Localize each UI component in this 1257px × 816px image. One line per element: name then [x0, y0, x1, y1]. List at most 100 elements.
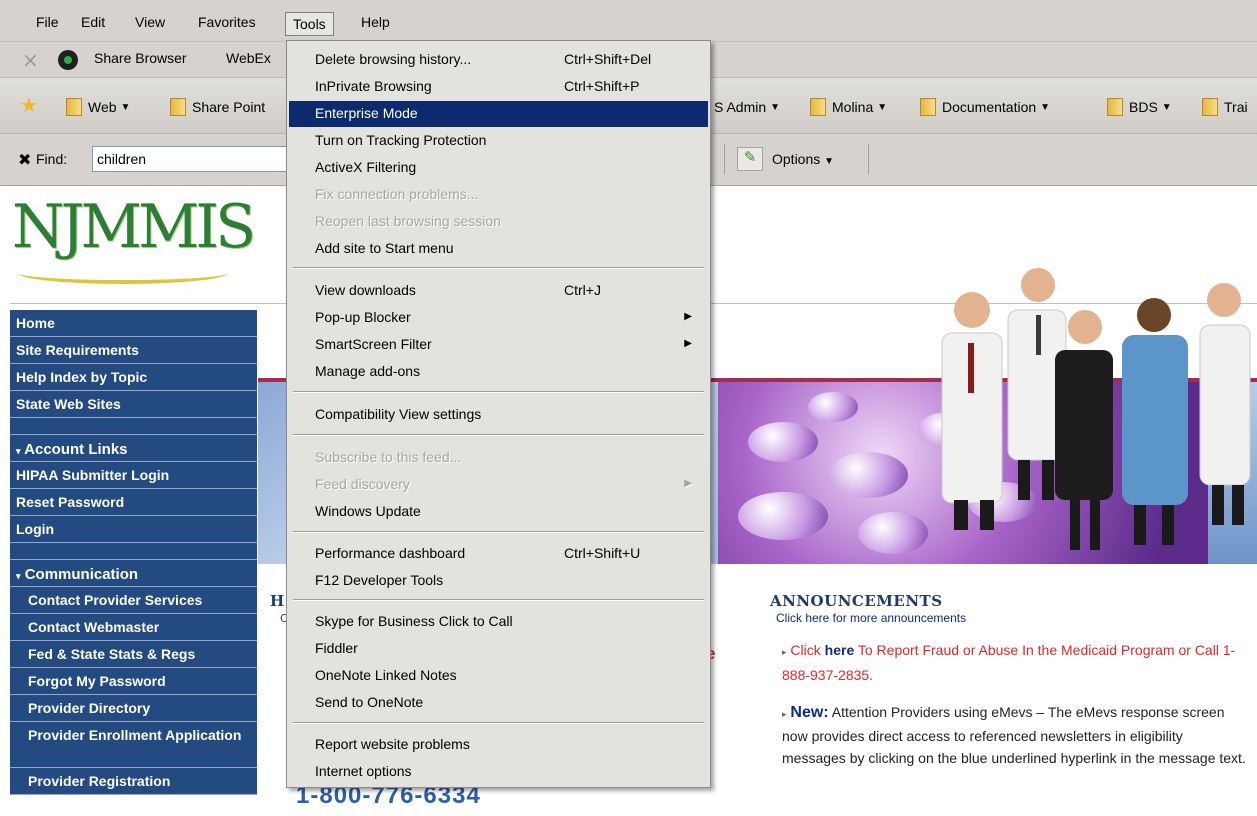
menu-tools[interactable]: Tools	[285, 12, 334, 36]
menu-item-windows-update[interactable]: Windows Update	[289, 499, 708, 525]
fav-folder-s-admin[interactable]: S Admin ▼	[714, 96, 780, 118]
fraud-here-link[interactable]: here	[825, 642, 855, 658]
favorites-star-icon[interactable]	[20, 93, 40, 117]
menu-item-compatibility-view[interactable]: Compatibility View settings	[289, 402, 708, 428]
webex-button[interactable]: WebEx	[226, 50, 271, 66]
fraud-announcement: ▸ Click here To Report Fraud or Abuse In…	[782, 639, 1250, 687]
menu-item-label: Report website problems	[315, 736, 470, 752]
menu-help[interactable]: Help	[355, 12, 396, 32]
folder-icon	[810, 98, 826, 116]
nav-forgot-password[interactable]: Forgot My Password	[10, 668, 257, 695]
highlight-pencil-icon[interactable]: ✎	[737, 147, 763, 171]
nav-login[interactable]: Login	[10, 516, 257, 543]
menu-item-onenote-linked[interactable]: OneNote Linked Notes	[289, 663, 708, 689]
fav-folder-web[interactable]: Web ▼	[66, 96, 130, 118]
nav-site-requirements[interactable]: Site Requirements	[10, 337, 257, 364]
folder-icon	[1202, 98, 1218, 116]
dropdown-arrow-icon: ▼	[120, 101, 131, 113]
fav-folder-label: S Admin	[714, 99, 767, 115]
nav-provider-enrollment[interactable]: Provider Enrollment Application	[10, 722, 257, 768]
more-announcements-link[interactable]: Click here for more announcements	[776, 611, 1250, 625]
menu-item-shortcut: Ctrl+J	[564, 282, 601, 298]
find-options-button[interactable]: Options ▼	[772, 151, 834, 167]
menu-bar: File Edit View Favorites Tools Help	[0, 0, 1257, 42]
menu-item-label: Internet options	[315, 763, 412, 779]
share-browser-icon[interactable]	[58, 50, 78, 70]
folder-icon	[66, 98, 82, 116]
nav-provider-registration[interactable]: Provider Registration	[10, 768, 257, 795]
find-options-label: Options	[772, 151, 821, 167]
nav-fed-state-stats[interactable]: Fed & State Stats & Regs	[10, 641, 257, 668]
nav-hipaa-submitter-login[interactable]: HIPAA Submitter Login	[10, 462, 257, 489]
menu-item-subscribe-feed: Subscribe to this feed...	[289, 445, 708, 471]
fav-folder-label: Share Point	[192, 99, 266, 115]
nav-help-index[interactable]: Help Index by Topic	[10, 364, 257, 391]
close-find-icon[interactable]: ✖	[18, 150, 31, 169]
menu-view[interactable]: View	[129, 12, 171, 32]
find-input[interactable]	[92, 146, 302, 172]
nav-contact-webmaster[interactable]: Contact Webmaster	[10, 614, 257, 641]
welcome-heading: H	[270, 592, 285, 610]
menu-item-shortcut: Ctrl+Shift+Del	[564, 51, 652, 67]
menu-item-inprivate[interactable]: InPrivate Browsing Ctrl+Shift+P	[289, 74, 708, 100]
fav-folder-molina[interactable]: Molina ▼	[810, 96, 887, 118]
fav-folder-sharepoint[interactable]: Share Point	[170, 96, 265, 118]
nav-provider-directory[interactable]: Provider Directory	[10, 695, 257, 722]
fav-folder-bds[interactable]: BDS ▼	[1107, 96, 1172, 118]
fav-folder-label: Molina	[832, 99, 874, 115]
tools-dropdown-menu: Delete browsing history... Ctrl+Shift+Del…	[286, 40, 711, 788]
menu-item-label: Subscribe to this feed...	[315, 449, 462, 465]
bullet-icon: ▸	[782, 647, 787, 657]
menu-item-skype-call[interactable]: Skype for Business Click to Call	[289, 609, 708, 635]
menu-item-performance-dashboard[interactable]: Performance dashboard Ctrl+Shift+U	[289, 541, 708, 567]
fav-folder-trai[interactable]: Trai	[1202, 96, 1248, 118]
menu-item-label: Feed discovery	[315, 476, 410, 492]
menu-item-manage-addons[interactable]: Manage add-ons	[289, 359, 708, 385]
menu-separator	[293, 434, 704, 436]
menu-item-fiddler[interactable]: Fiddler	[289, 636, 708, 662]
dropdown-arrow-icon: ▼	[824, 156, 835, 167]
menu-item-delete-history[interactable]: Delete browsing history... Ctrl+Shift+Del	[289, 47, 708, 73]
nav-state-web-sites[interactable]: State Web Sites	[10, 391, 257, 418]
fraud-click-text: Click	[790, 642, 821, 658]
menu-item-label: View downloads	[315, 282, 416, 298]
njmmis-logo[interactable]: NJMMIS	[10, 192, 256, 298]
menu-item-report-problems[interactable]: Report website problems	[289, 732, 708, 758]
nav-home[interactable]: Home	[10, 310, 257, 337]
menu-item-label: OneNote Linked Notes	[315, 667, 457, 683]
menu-item-send-to-onenote[interactable]: Send to OneNote	[289, 690, 708, 716]
fav-folder-documentation[interactable]: Documentation ▼	[920, 96, 1050, 118]
submenu-arrow-icon: ▶	[684, 478, 692, 489]
menu-item-label: F12 Developer Tools	[315, 572, 444, 588]
menu-item-view-downloads[interactable]: View downloads Ctrl+J	[289, 278, 708, 304]
menu-item-f12-tools[interactable]: F12 Developer Tools	[289, 568, 708, 594]
menu-item-tracking-protection[interactable]: Turn on Tracking Protection	[289, 128, 708, 154]
menu-item-label: Reopen last browsing session	[315, 213, 501, 229]
doctors-illustration	[941, 268, 1251, 550]
menu-favorites[interactable]: Favorites	[192, 12, 262, 32]
folder-icon	[920, 98, 936, 116]
announcements-panel: ANNOUNCEMENTS Click here for more announ…	[770, 592, 1250, 769]
menu-item-smartscreen[interactable]: SmartScreen Filter ▶	[289, 332, 708, 358]
menu-item-internet-options[interactable]: Internet options	[289, 759, 708, 785]
nav-reset-password[interactable]: Reset Password	[10, 489, 257, 516]
pill-shape	[828, 452, 908, 498]
pill-shape	[738, 492, 828, 540]
menu-edit[interactable]: Edit	[75, 12, 111, 32]
close-icon[interactable]: ×	[22, 48, 39, 72]
menu-item-add-to-start[interactable]: Add site to Start menu	[289, 236, 708, 262]
menu-separator	[293, 531, 704, 533]
nav-contact-provider-services[interactable]: Contact Provider Services	[10, 587, 257, 614]
menu-item-popup-blocker[interactable]: Pop-up Blocker ▶	[289, 305, 708, 331]
menu-item-activex-filtering[interactable]: ActiveX Filtering	[289, 155, 708, 181]
fav-folder-label: Web	[88, 99, 117, 115]
nav-section-communication[interactable]: ▾ Communication	[10, 560, 257, 587]
menu-separator	[293, 267, 704, 269]
menu-item-label: Delete browsing history...	[315, 51, 472, 67]
dropdown-arrow-icon: ▼	[877, 101, 888, 113]
menu-file[interactable]: File	[30, 12, 65, 32]
menu-item-enterprise-mode[interactable]: Enterprise Mode	[289, 101, 708, 127]
share-browser-button[interactable]: Share Browser	[94, 50, 187, 66]
menu-item-shortcut: Ctrl+Shift+P	[564, 78, 640, 94]
nav-section-account-links[interactable]: ▾ Account Links	[10, 435, 257, 462]
